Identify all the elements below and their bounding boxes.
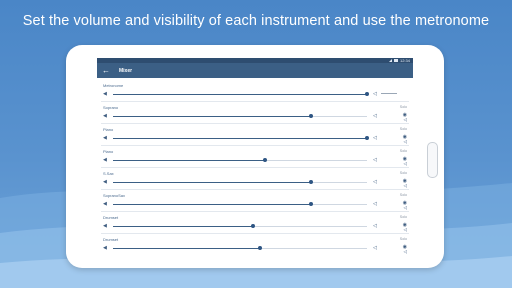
volume-slider[interactable] — [113, 202, 367, 206]
solo-toggle[interactable]: Solo — [400, 149, 407, 153]
mixer-list: Metronome ◀ ◁ Soprano ◀ ◁ Solo ◉ ◁ Piano ◀ ◁ Solo ◉ ◁ P… — [97, 78, 413, 255]
volume-low-icon[interactable]: ◀ — [103, 179, 107, 185]
metronome-tempo-line — [381, 93, 397, 94]
volume-slider[interactable] — [113, 180, 367, 184]
volume-slider-fill — [113, 137, 367, 139]
instrument-name: Soprano — [103, 105, 119, 110]
volume-slider[interactable] — [113, 224, 367, 228]
volume-slider-fill — [113, 203, 312, 205]
page-title: Mixer — [119, 67, 133, 74]
volume-slider-thumb[interactable] — [309, 180, 314, 184]
mixer-row: Soprano ◀ ◁ Solo ◉ ◁ — [97, 102, 413, 124]
volume-slider[interactable] — [113, 246, 367, 250]
volume-high-icon: ◁ — [373, 245, 377, 251]
mixer-row: Drumset ◀ ◁ Solo ◉ ◁ — [97, 234, 413, 255]
volume-low-icon[interactable]: ◀ — [103, 157, 107, 163]
headline: Set the volume and visibility of each in… — [22, 13, 490, 29]
arrow-left-icon[interactable]: ← — [99, 66, 113, 75]
volume-high-icon: ◁ — [373, 223, 377, 229]
status-icons: 12:34 — [388, 58, 410, 63]
solo-toggle[interactable]: Solo — [400, 127, 407, 131]
tablet-frame: 12:34 ← Mixer Metronome ◀ ◁ Soprano ◀ ◁ Solo ◉ ◁… — [66, 45, 444, 268]
instrument-name: S.Sax — [103, 171, 114, 176]
volume-slider-thumb[interactable] — [309, 202, 314, 206]
tablet-home-button — [427, 142, 438, 178]
volume-high-icon: ◁ — [373, 157, 377, 163]
app-screen: 12:34 ← Mixer Metronome ◀ ◁ Soprano ◀ ◁ Solo ◉ ◁… — [97, 58, 413, 255]
solo-toggle[interactable]: Solo — [400, 215, 407, 219]
instrument-name: Metronome — [103, 83, 124, 88]
volume-low-icon[interactable]: ◀ — [103, 113, 107, 119]
mixer-row: Piano ◀ ◁ Solo ◉ ◁ — [97, 146, 413, 168]
volume-slider-thumb[interactable] — [250, 224, 255, 228]
volume-high-icon: ◁ — [373, 113, 377, 119]
volume-slider-fill — [113, 247, 261, 249]
solo-toggle[interactable]: Solo — [400, 171, 407, 175]
volume-slider[interactable] — [113, 158, 367, 162]
volume-slider[interactable] — [113, 92, 369, 96]
volume-low-icon[interactable]: ◀ — [103, 223, 107, 229]
instrument-name: Piano — [103, 149, 114, 154]
app-bar: ← Mixer — [97, 63, 413, 78]
volume-slider[interactable] — [113, 136, 369, 140]
solo-toggle[interactable]: Solo — [400, 193, 407, 197]
mixer-row: Drumset ◀ ◁ Solo ◉ ◁ — [97, 212, 413, 234]
volume-high-icon: ◁ — [373, 135, 377, 141]
solo-toggle[interactable]: Solo — [400, 237, 407, 241]
volume-slider-thumb[interactable] — [258, 246, 263, 250]
volume-low-icon[interactable]: ◀ — [103, 201, 107, 207]
volume-low-icon[interactable]: ◀ — [103, 135, 107, 141]
mixer-row: S.Sax ◀ ◁ Solo ◉ ◁ — [97, 168, 413, 190]
volume-slider-thumb[interactable] — [309, 114, 314, 118]
volume-slider-thumb[interactable] — [263, 158, 268, 162]
status-bar: 12:34 — [97, 58, 413, 63]
mixer-row: Piano ◀ ◁ Solo ◉ ◁ — [97, 124, 413, 146]
volume-low-icon[interactable]: ◀ — [103, 245, 107, 251]
volume-slider-fill — [113, 181, 312, 183]
battery-icon — [393, 59, 398, 62]
instrument-name: SopranoSax — [103, 193, 126, 198]
status-time: 12:34 — [399, 58, 410, 63]
instrument-name: Drumset — [103, 215, 119, 220]
signal-icon — [388, 59, 392, 62]
instrument-name: Piano — [103, 127, 114, 132]
volume-high-icon: ◁ — [373, 179, 377, 185]
volume-high-icon: ◁ — [373, 91, 377, 97]
volume-low-icon[interactable]: ◀ — [103, 91, 107, 97]
volume-slider-fill — [113, 225, 253, 227]
volume-slider-fill — [113, 115, 312, 117]
volume-slider-fill — [113, 93, 367, 95]
mixer-row: SopranoSax ◀ ◁ Solo ◉ ◁ — [97, 190, 413, 212]
volume-slider[interactable] — [113, 114, 367, 118]
solo-toggle[interactable]: Solo — [400, 105, 407, 109]
instrument-name: Drumset — [103, 237, 119, 242]
mixer-row: Metronome ◀ ◁ — [97, 80, 413, 102]
volume-slider-fill — [113, 159, 266, 161]
volume-slider-thumb[interactable] — [365, 92, 369, 96]
volume-slider-thumb[interactable] — [365, 136, 369, 140]
volume-high-icon: ◁ — [373, 201, 377, 207]
